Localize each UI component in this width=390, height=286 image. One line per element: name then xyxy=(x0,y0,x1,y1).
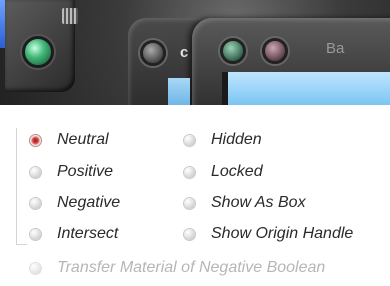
preview-screen xyxy=(222,72,390,105)
toggle-option-transfer-material[interactable]: Transfer Material of Negative Boolean xyxy=(30,258,325,278)
toggle-option-locked[interactable]: Locked xyxy=(184,162,263,182)
radio-icon[interactable] xyxy=(30,197,41,209)
radio-icon[interactable] xyxy=(30,166,41,178)
option-label: Locked xyxy=(211,163,263,180)
option-label: Show As Box xyxy=(211,194,306,211)
toggle-option-show-as-box[interactable]: Show As Box xyxy=(184,193,306,213)
option-label: Hidden xyxy=(211,131,262,148)
radio-option-intersect[interactable]: Intersect xyxy=(30,224,118,244)
radio-option-neutral[interactable]: Neutral xyxy=(30,130,109,150)
green-led-button[interactable] xyxy=(22,36,54,68)
option-label: Intersect xyxy=(57,225,119,242)
toggle-icon[interactable] xyxy=(184,134,195,146)
radio-option-positive[interactable]: Positive xyxy=(30,162,113,182)
grip-handle-icon[interactable] xyxy=(62,8,78,24)
round-gray-button[interactable] xyxy=(140,40,166,66)
toggle-icon[interactable] xyxy=(184,228,195,240)
round-pink-button[interactable] xyxy=(262,38,288,64)
toggle-disabled-icon[interactable] xyxy=(30,262,41,274)
option-label: Transfer Material of Negative Boolean xyxy=(57,259,326,276)
round-green-button[interactable] xyxy=(220,38,246,64)
options-bracket-divider xyxy=(16,128,27,245)
toggle-icon[interactable] xyxy=(184,197,195,209)
option-label: Positive xyxy=(57,163,114,180)
option-label: Show Origin Handle xyxy=(211,225,354,242)
option-label: Negative xyxy=(57,194,121,211)
toggle-icon[interactable] xyxy=(184,166,195,178)
radio-selected-icon[interactable] xyxy=(30,134,41,146)
panel-label-ba: Ba xyxy=(326,40,345,57)
toggle-option-show-origin-handle[interactable]: Show Origin Handle xyxy=(184,224,353,244)
toolbar-3d-panel: c Ba xyxy=(0,0,390,105)
option-label: Neutral xyxy=(57,131,109,148)
preview-screen-left xyxy=(168,78,190,105)
radio-option-negative[interactable]: Negative xyxy=(30,193,120,213)
radio-icon[interactable] xyxy=(30,228,41,240)
toggle-option-hidden[interactable]: Hidden xyxy=(184,130,262,150)
panel-label-c: c xyxy=(180,44,189,61)
